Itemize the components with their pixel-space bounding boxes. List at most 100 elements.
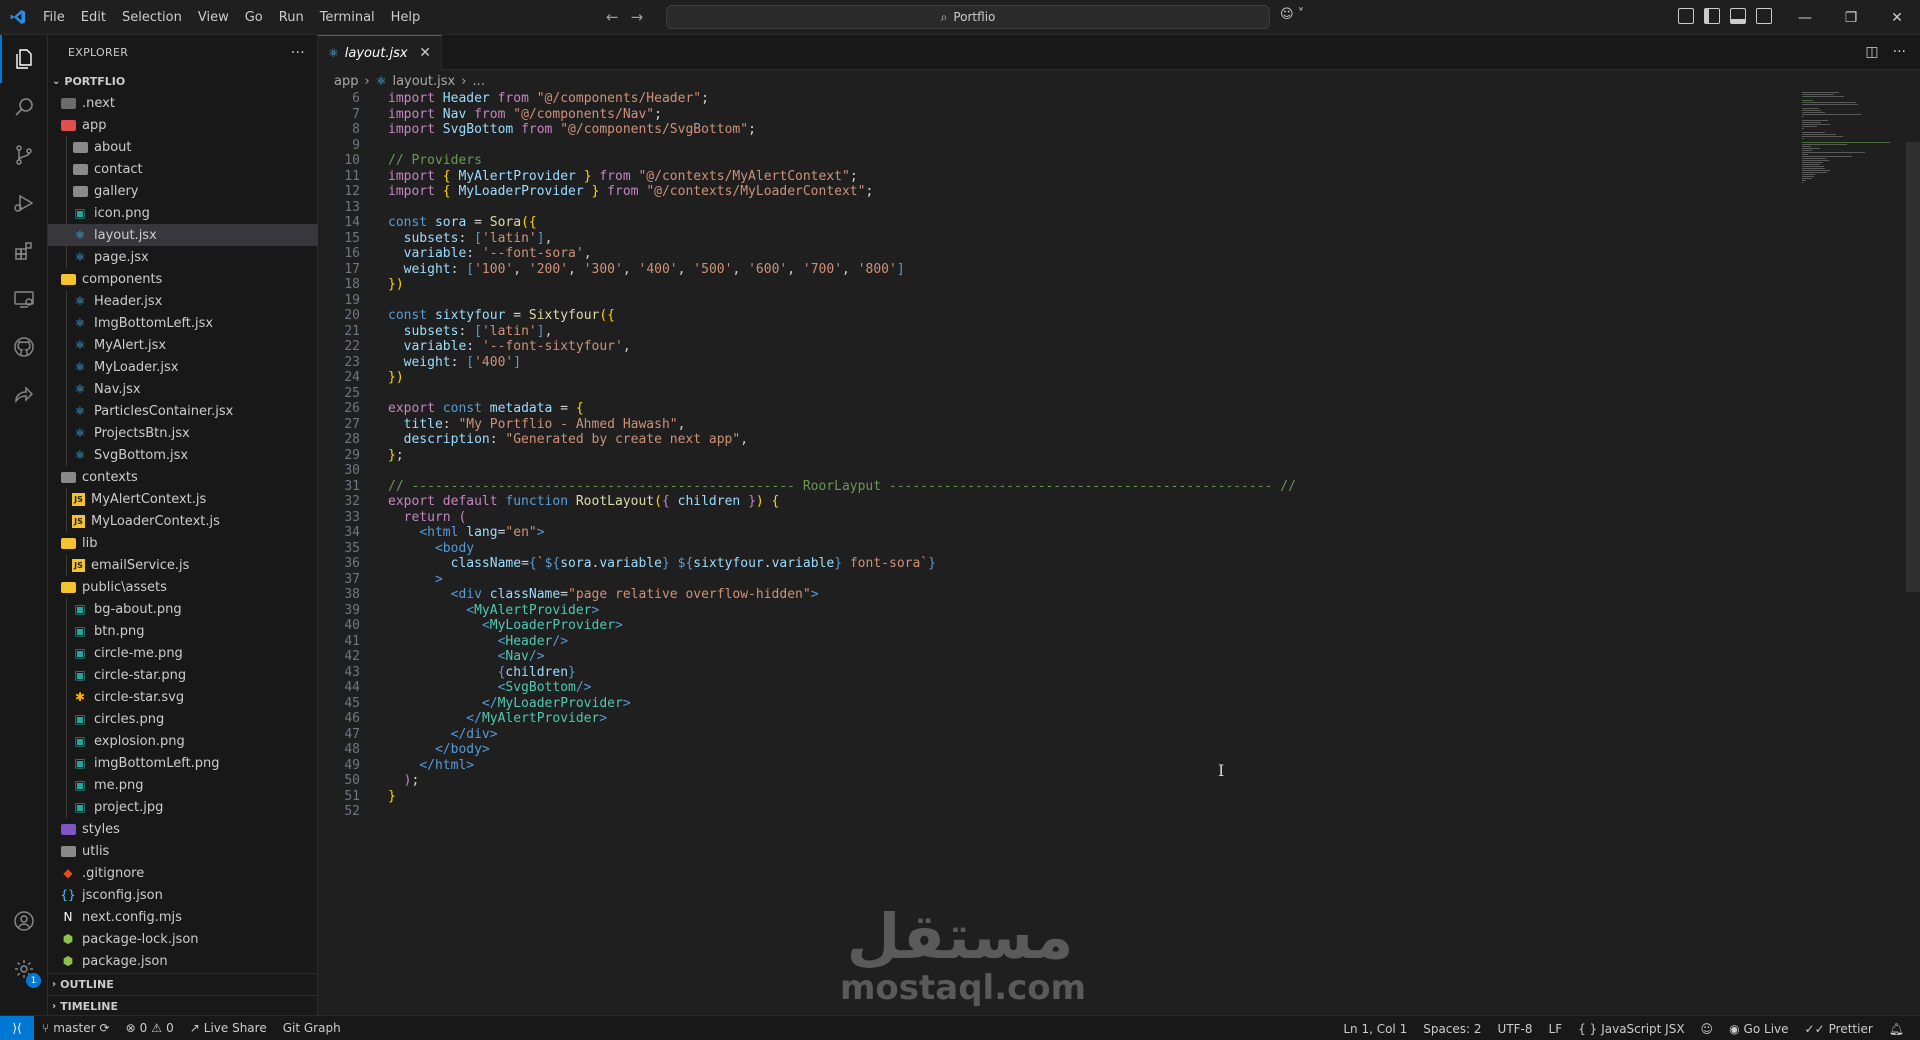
menu-item-run[interactable]: Run: [271, 0, 312, 35]
outline-section[interactable]: › OUTLINE: [48, 974, 318, 996]
tree-item[interactable]: {} jsconfig.json: [48, 884, 318, 906]
tree-item[interactable]: JS MyLoaderContext.js: [48, 510, 318, 532]
back-arrow-icon[interactable]: ←: [606, 8, 619, 26]
live-share-status[interactable]: ↗ Live Share: [182, 1021, 275, 1035]
tree-item[interactable]: ⚛ ImgBottomLeft.jsx: [48, 312, 318, 334]
tree-item[interactable]: ⚛ page.jsx: [48, 246, 318, 268]
tree-item[interactable]: ⚛ Header.jsx: [48, 290, 318, 312]
copilot-icon[interactable]: ☺ ˅: [1280, 7, 1304, 22]
tree-item[interactable]: ⚛ MyAlert.jsx: [48, 334, 318, 356]
menu-item-edit[interactable]: Edit: [73, 0, 114, 35]
menu-item-terminal[interactable]: Terminal: [312, 0, 383, 35]
minimap[interactable]: [1802, 92, 1892, 202]
tree-item[interactable]: ⚛ layout.jsx: [48, 224, 318, 246]
tab-layout-jsx[interactable]: ⚛ layout.jsx ✕: [318, 35, 442, 70]
tree-item[interactable]: ▣ explosion.png: [48, 730, 318, 752]
breadcrumb-folder[interactable]: app: [334, 74, 358, 89]
toggle-panel-icon[interactable]: [1730, 8, 1746, 24]
breadcrumb-file[interactable]: layout.jsx: [392, 74, 455, 89]
prettier-status[interactable]: ✓✓ Prettier: [1797, 1022, 1881, 1036]
tree-item[interactable]: ▣ imgBottomLeft.png: [48, 752, 318, 774]
copilot-status-icon[interactable]: ☺: [1693, 1022, 1722, 1036]
tree-item[interactable]: ▣ circles.png: [48, 708, 318, 730]
code-editor[interactable]: 6 import Header from "@/components/Header…: [318, 92, 1798, 1015]
search-icon[interactable]: [0, 83, 48, 131]
minimize-icon[interactable]: —: [1782, 0, 1828, 35]
tree-item[interactable]: ▣ icon.png: [48, 202, 318, 224]
tree-item[interactable]: gallery: [48, 180, 318, 202]
close-tab-icon[interactable]: ✕: [419, 45, 431, 61]
encoding[interactable]: UTF-8: [1490, 1022, 1541, 1036]
tree-item[interactable]: ▣ project.jpg: [48, 796, 318, 818]
github-icon[interactable]: [0, 323, 48, 371]
editor-scrollbar[interactable]: [1906, 92, 1920, 1015]
close-window-icon[interactable]: ✕: [1874, 0, 1920, 35]
minimap-line: [1802, 168, 1826, 169]
menu-item-go[interactable]: Go: [237, 0, 271, 35]
tree-item[interactable]: ⬢ package.json: [48, 950, 318, 972]
live-share-icon[interactable]: [0, 371, 48, 419]
explorer-icon[interactable]: [0, 35, 48, 83]
tree-item[interactable]: ⚛ ProjectsBtn.jsx: [48, 422, 318, 444]
run-debug-icon[interactable]: [0, 179, 48, 227]
tree-item[interactable]: ▣ circle-me.png: [48, 642, 318, 664]
tree-item[interactable]: ▣ me.png: [48, 774, 318, 796]
accounts-icon[interactable]: [0, 897, 48, 945]
tree-item[interactable]: ⚛ ParticlesContainer.jsx: [48, 400, 318, 422]
notifications-bell-icon[interactable]: 🔔︎: [1881, 1022, 1912, 1036]
tree-item[interactable]: JS MyAlertContext.js: [48, 488, 318, 510]
tree-item[interactable]: ⚛ Nav.jsx: [48, 378, 318, 400]
tree-item[interactable]: utlis: [48, 840, 318, 862]
indent-guide: [66, 488, 67, 510]
remote-explorer-icon[interactable]: [0, 275, 48, 323]
tree-item[interactable]: lib: [48, 532, 318, 554]
tree-item[interactable]: ▣ btn.png: [48, 620, 318, 642]
minimap-line: [1802, 138, 1804, 139]
indentation[interactable]: Spaces: 2: [1415, 1022, 1489, 1036]
cursor-position[interactable]: Ln 1, Col 1: [1335, 1022, 1415, 1036]
problems-indicator[interactable]: ⊗ 0 ⚠ 0: [118, 1021, 182, 1035]
forward-arrow-icon[interactable]: →: [631, 8, 644, 26]
tree-item[interactable]: public\assets: [48, 576, 318, 598]
tree-item[interactable]: Nnext.config.mjs: [48, 906, 318, 928]
tree-item[interactable]: ✱ circle-star.svg: [48, 686, 318, 708]
menu-item-view[interactable]: View: [190, 0, 237, 35]
tree-item[interactable]: ⬢ package-lock.json: [48, 928, 318, 950]
scrollbar-thumb[interactable]: [1906, 142, 1920, 592]
restore-icon[interactable]: ❐: [1828, 0, 1874, 35]
go-live-status[interactable]: ◉ Go Live: [1721, 1022, 1796, 1036]
tree-item[interactable]: JS emailService.js: [48, 554, 318, 576]
git-graph-status[interactable]: Git Graph: [275, 1021, 349, 1035]
language-mode[interactable]: { } JavaScript JSX: [1570, 1022, 1692, 1036]
menu-item-help[interactable]: Help: [383, 0, 429, 35]
workspace-root[interactable]: ⌄ PORTFLIO: [48, 70, 317, 92]
tree-item[interactable]: ⚛ MyLoader.jsx: [48, 356, 318, 378]
more-actions-icon[interactable]: ···: [291, 45, 305, 61]
branch-indicator[interactable]: ⑂ master ⟳: [34, 1021, 118, 1035]
toggle-primary-sidebar-icon[interactable]: [1704, 8, 1720, 24]
menu-item-file[interactable]: File: [35, 0, 73, 35]
tree-item[interactable]: .next: [48, 92, 318, 114]
remote-indicator-icon[interactable]: ⟩⟨: [0, 1015, 34, 1040]
command-center-search[interactable]: ⌕ Portflio: [666, 5, 1270, 29]
source-control-icon[interactable]: [0, 131, 48, 179]
tree-item[interactable]: components: [48, 268, 318, 290]
extensions-icon[interactable]: [0, 227, 48, 275]
more-actions-icon[interactable]: ···: [1893, 44, 1906, 60]
tree-item[interactable]: contact: [48, 158, 318, 180]
tree-item[interactable]: styles: [48, 818, 318, 840]
toggle-secondary-sidebar-icon[interactable]: [1756, 8, 1772, 24]
tree-item[interactable]: app: [48, 114, 318, 136]
split-editor-icon[interactable]: ◫: [1865, 44, 1878, 60]
customize-layout-icon[interactable]: [1678, 8, 1694, 24]
tree-item[interactable]: ◆ .gitignore: [48, 862, 318, 884]
tree-item[interactable]: about: [48, 136, 318, 158]
tree-item[interactable]: contexts: [48, 466, 318, 488]
tree-item[interactable]: ⚛ SvgBottom.jsx: [48, 444, 318, 466]
tree-item[interactable]: ▣ bg-about.png: [48, 598, 318, 620]
end-of-line[interactable]: LF: [1541, 1022, 1571, 1036]
manage-gear-icon[interactable]: 1: [0, 945, 48, 993]
breadcrumb-more[interactable]: ...: [472, 74, 484, 89]
menu-item-selection[interactable]: Selection: [114, 0, 190, 35]
tree-item[interactable]: ▣ circle-star.png: [48, 664, 318, 686]
